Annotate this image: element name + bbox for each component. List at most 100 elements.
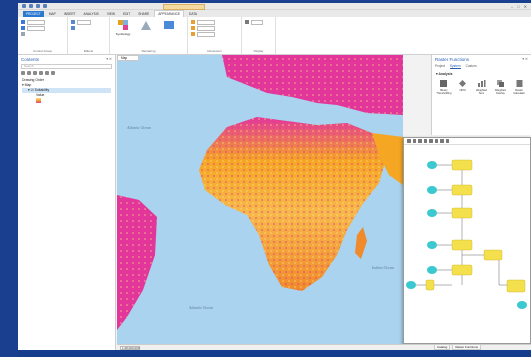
contents-tree: Drawing Order ▾ Map ▾ ☑ Suitability Valu…	[18, 76, 115, 105]
symbology-button[interactable]: Symbology	[113, 19, 133, 36]
tab-raster-functions[interactable]: Raster Functions	[452, 344, 482, 350]
transparency-icon[interactable]	[71, 20, 75, 24]
model-tool[interactable]	[506, 279, 526, 293]
mb-zoom-out-icon[interactable]	[423, 139, 427, 143]
group-label-rendering: Rendering	[141, 49, 156, 53]
tool-label-weighted-sum: Weighted Sum	[476, 89, 487, 95]
dimension-field-3[interactable]	[197, 31, 215, 37]
ocean-label-north-atlantic: Atlantic Ocean	[127, 125, 152, 130]
map-view[interactable]: Atlantic Ocean Atlantic Ocean Indian Oce…	[117, 55, 403, 344]
map-scale[interactable]: 1:28,000,000	[120, 345, 140, 350]
legend-color-ramp	[36, 98, 41, 103]
display-group: Display	[242, 17, 276, 54]
minimize-button[interactable]: –	[511, 4, 513, 9]
calculator-icon	[516, 80, 523, 87]
binary-thresholding-tool[interactable]: Binary Thresholding	[436, 79, 452, 95]
list-by-source-icon[interactable]	[27, 71, 31, 75]
range-field-2[interactable]	[27, 25, 45, 31]
map-view-tab[interactable]: Map	[117, 55, 139, 61]
list-by-labeling-icon[interactable]	[51, 71, 55, 75]
redo-icon[interactable]	[43, 4, 47, 8]
map-canvas[interactable]	[117, 55, 403, 344]
model-variable[interactable]	[427, 161, 437, 169]
transparency-field[interactable]	[77, 19, 91, 25]
model-tool[interactable]	[451, 239, 473, 251]
mb-zoom-in-icon[interactable]	[418, 139, 422, 143]
weighted-sum-tool[interactable]: Weighted Sum	[474, 79, 490, 95]
contents-pane: Contents ▾ ✕ Search Drawing Order ▾ Map …	[18, 55, 116, 350]
symbology-icon	[118, 20, 128, 30]
tab-appearance[interactable]: APPEARANCE	[154, 10, 185, 17]
arcgis-pro-window: – □ ✕ PROJECT MAP INSERT ANALYSIS VIEW E…	[18, 3, 531, 350]
raster-functions-pane: Raster Functions ▾ ✕ Project System Cust…	[431, 55, 531, 135]
stretch-icon	[141, 21, 152, 30]
model-variable[interactable]	[427, 209, 437, 217]
rf-tabs: Project System Custom	[432, 63, 531, 70]
model-canvas[interactable]	[404, 145, 530, 345]
save-icon[interactable]	[29, 4, 33, 8]
undo-icon[interactable]	[36, 4, 40, 8]
range-field[interactable]	[27, 19, 45, 25]
tool-label-binary: Binary Thresholding	[436, 89, 452, 95]
rf-section-analysis[interactable]: ▾ Analysis	[432, 70, 531, 78]
mb-validate-icon[interactable]	[445, 139, 449, 143]
model-builder-window[interactable]	[403, 137, 531, 344]
control-group: Control Group	[18, 17, 68, 54]
resampling-button[interactable]	[159, 19, 179, 32]
rf-pane-controls[interactable]: ▾ ✕	[522, 57, 528, 61]
model-tool[interactable]	[451, 184, 473, 196]
maximize-button[interactable]: □	[517, 4, 519, 9]
model-tool[interactable]	[425, 279, 435, 291]
list-by-drawing-order-icon[interactable]	[21, 71, 25, 75]
rf-tab-system[interactable]: System	[449, 64, 461, 69]
layer-range-icon[interactable]	[21, 26, 25, 30]
list-by-selection-icon[interactable]	[33, 71, 37, 75]
pane-controls[interactable]: ▾ ✕	[106, 57, 112, 61]
mb-full-extent-icon[interactable]	[429, 139, 433, 143]
mb-select-icon[interactable]	[407, 139, 411, 143]
swipe-icon[interactable]	[71, 26, 75, 30]
dimension-icon-1[interactable]	[191, 20, 195, 24]
tab-catalog[interactable]: Catalog	[434, 344, 451, 350]
rf-tab-custom[interactable]: Custom	[466, 64, 477, 69]
dimension-group: Dimension	[188, 17, 242, 54]
model-variable[interactable]	[427, 241, 437, 249]
ndvi-tool[interactable]: NDVI	[455, 79, 471, 95]
europe-texture	[222, 55, 403, 115]
model-tool[interactable]	[483, 249, 503, 261]
contents-search-input[interactable]: Search	[21, 64, 112, 69]
layer-item-label: Suitability	[34, 88, 50, 92]
display-field[interactable]	[251, 19, 263, 25]
visible-range-icon[interactable]	[21, 20, 25, 24]
mb-run-icon[interactable]	[440, 139, 444, 143]
model-variable[interactable]	[427, 186, 437, 194]
ribbon: Control Group Effects Symbology Renderin…	[18, 17, 531, 55]
stretch-button[interactable]	[136, 19, 156, 32]
dimension-icon-2[interactable]	[191, 26, 195, 30]
clear-range-icon[interactable]	[21, 32, 25, 36]
list-by-snapping-icon[interactable]	[45, 71, 49, 75]
group-label-control: Control Group	[33, 49, 52, 53]
model-output[interactable]	[517, 301, 527, 309]
legend-value-label: Value	[36, 93, 45, 97]
pane-tabs: Catalog Raster Functions	[431, 344, 531, 350]
dimension-icon-3[interactable]	[191, 32, 195, 36]
weighted-overlay-tool[interactable]: Weighted Overlay	[492, 79, 508, 95]
close-button[interactable]: ✕	[524, 4, 527, 9]
model-tool[interactable]	[451, 159, 473, 171]
group-label-effects: Effects	[83, 49, 94, 53]
mb-auto-layout-icon[interactable]	[434, 139, 438, 143]
display-icon[interactable]	[245, 20, 249, 24]
rf-tab-project[interactable]: Project	[435, 64, 445, 69]
rendering-group: Symbology Rendering	[110, 17, 188, 54]
raster-calculator-tool[interactable]: Raster Calculator	[511, 79, 527, 95]
dimension-field-2[interactable]	[197, 25, 215, 31]
madagascar-landmass	[355, 227, 367, 259]
model-variable[interactable]	[427, 266, 437, 274]
mb-pan-icon[interactable]	[412, 139, 416, 143]
dimension-field-1[interactable]	[197, 19, 215, 25]
model-tool[interactable]	[451, 207, 473, 219]
model-tool[interactable]	[451, 264, 473, 276]
list-by-editing-icon[interactable]	[39, 71, 43, 75]
model-variable[interactable]	[406, 281, 416, 289]
